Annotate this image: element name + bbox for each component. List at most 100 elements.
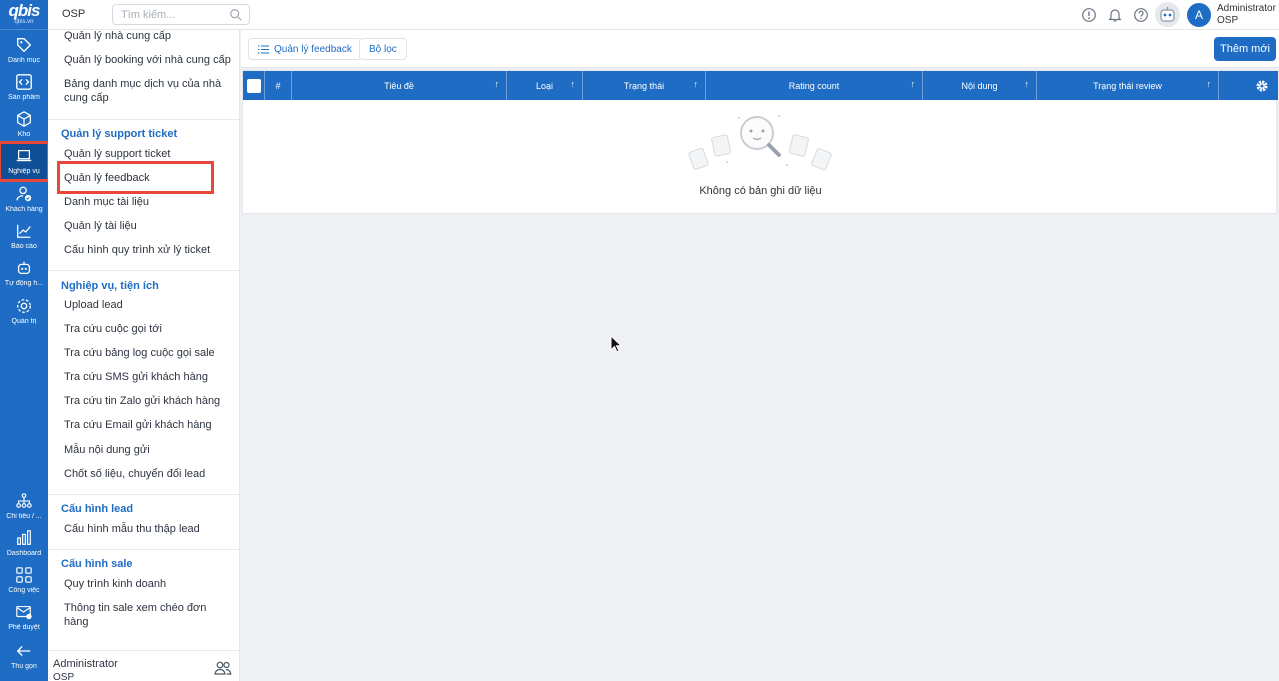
sort-arrow-icon[interactable]: ↑ xyxy=(1025,79,1030,89)
view-label: Quản lý feedback xyxy=(274,43,352,55)
column-label: Tiêu đề xyxy=(384,80,414,91)
rail-label: Dashboard xyxy=(6,550,42,557)
menu-item[interactable]: Quy trình kinh doanh xyxy=(64,577,232,591)
table-header: # Tiêu đề ↑ Loại ↑ Trạng thái ↑ Rating c… xyxy=(243,71,1278,100)
rail-item-phe-duyet[interactable]: Phê duyệt xyxy=(0,599,48,636)
sort-arrow-icon[interactable]: ↑ xyxy=(495,79,500,89)
menu-item[interactable]: Thông tin sale xem chéo đơn hàng xyxy=(64,601,232,629)
menu-item[interactable]: Chốt số liệu, chuyển đổi lead xyxy=(64,467,232,481)
menu-item[interactable]: Tra cứu Email gửi khách hàng xyxy=(64,418,232,432)
divider xyxy=(48,549,239,550)
menu-item[interactable]: Danh mục tài liệu xyxy=(64,195,232,209)
logo-text: qbis xyxy=(8,1,41,20)
box-icon xyxy=(17,111,31,127)
column-label: Nội dung xyxy=(961,80,998,91)
feedback-table: # Tiêu đề ↑ Loại ↑ Trạng thái ↑ Rating c… xyxy=(242,70,1278,214)
sort-arrow-icon[interactable]: ↑ xyxy=(571,79,576,89)
view-feedback-button[interactable]: Quản lý feedback xyxy=(248,38,362,60)
rail-label: Sản phẩm xyxy=(8,94,40,101)
column-header-review-status[interactable]: Trạng thái review ↑ xyxy=(1037,71,1219,100)
bell-icon[interactable] xyxy=(1107,7,1123,23)
robot-icon xyxy=(1160,7,1175,22)
help-icon[interactable] xyxy=(1133,7,1149,23)
rail-item-khach-hang[interactable]: Khách hàng xyxy=(0,181,48,218)
arrow-left-icon xyxy=(16,646,31,656)
column-label: Trạng thái xyxy=(623,80,665,91)
submenu-panel: Quản lý nhà cung cấp Quản lý booking với… xyxy=(48,30,240,681)
column-header-status[interactable]: Trạng thái ↑ xyxy=(583,71,706,100)
rail-item-quan-tri[interactable]: Quản trị xyxy=(0,293,48,330)
list-icon xyxy=(258,44,269,54)
menu-item[interactable]: Mẫu nội dung gửi xyxy=(64,443,232,457)
rail-label: Báo cáo xyxy=(11,243,37,250)
column-settings-cell xyxy=(1219,71,1277,100)
rail-item-kho[interactable]: Kho xyxy=(0,106,48,143)
column-header-content[interactable]: Nội dung ↑ xyxy=(923,71,1037,100)
menu-item[interactable]: Cấu hình quy trình xử lý ticket xyxy=(64,243,232,257)
column-label: Rating count xyxy=(788,80,840,91)
footer-user-org: OSP xyxy=(53,672,75,681)
rail-item-bao-cao[interactable]: Báo cáo xyxy=(0,218,48,255)
menu-item[interactable]: Cấu hình mẫu thu thập lead xyxy=(64,522,232,536)
gear-icon[interactable] xyxy=(1255,79,1269,93)
menu-item[interactable]: Quản lý support ticket xyxy=(64,147,232,161)
rail-item-thu-gon[interactable]: Thu gọn xyxy=(0,638,48,675)
info-icon[interactable] xyxy=(1081,7,1097,23)
avatar[interactable]: A xyxy=(1187,3,1211,27)
column-label: Trạng thái review xyxy=(1093,80,1162,91)
user-check-icon xyxy=(16,186,32,202)
menu-item[interactable]: Quản lý booking với nhà cung cấp xyxy=(64,53,232,67)
menu-item[interactable]: Upload lead xyxy=(64,298,232,312)
logo-subtext: qbis.vn xyxy=(14,19,34,25)
column-label: Loại xyxy=(535,80,553,91)
user-info[interactable]: Administrator OSP xyxy=(1217,3,1276,27)
hierarchy-icon xyxy=(16,493,32,508)
column-header-rating-count[interactable]: Rating count ↑ xyxy=(706,71,923,100)
rail-item-san-pham[interactable]: Sản phẩm xyxy=(0,69,48,106)
top-bar: OSP A Administrator OSP xyxy=(48,0,1279,30)
sort-arrow-icon[interactable]: ↑ xyxy=(1207,79,1212,89)
rail-label: Công việc xyxy=(8,587,40,594)
icon-rail: qbis qbis.vn Danh mục Sản phẩm Kho Nghiệ… xyxy=(0,0,50,681)
menu-item[interactable]: Quản lý tài liệu xyxy=(64,219,232,233)
rail-item-tu-dong-hoa[interactable]: Tự động h... xyxy=(0,255,48,292)
divider xyxy=(48,494,239,495)
chart-line-icon xyxy=(17,224,31,238)
select-all-checkbox[interactable] xyxy=(246,78,261,93)
menu-item[interactable]: Tra cứu bảng log cuộc gọi sale xyxy=(64,346,232,360)
column-header-type[interactable]: Loại ↑ xyxy=(507,71,583,100)
rail-label: Khách hàng xyxy=(5,206,43,213)
menu-item[interactable]: Tra cứu tin Zalo gửi khách hàng xyxy=(64,394,232,408)
rail-item-cong-viec[interactable]: Công việc xyxy=(0,562,48,599)
menu-item[interactable]: Tra cứu cuộc gọi tới xyxy=(64,322,232,336)
bar-chart-icon xyxy=(17,530,31,545)
code-box-icon xyxy=(16,74,32,90)
filter-label: Bộ lọc xyxy=(369,43,397,55)
divider xyxy=(48,270,239,271)
add-new-button[interactable]: Thêm mới xyxy=(1214,37,1276,61)
menu-item[interactable]: Tra cứu SMS gửi khách hàng xyxy=(64,370,232,384)
mail-check-icon xyxy=(16,606,32,620)
search-input[interactable] xyxy=(121,5,231,25)
assistant-bot-button[interactable] xyxy=(1155,2,1180,27)
section-title: Cấu hình lead xyxy=(61,503,134,515)
column-label: # xyxy=(275,80,281,91)
rail-item-nghiep-vu[interactable]: Nghiệp vụ xyxy=(0,141,50,182)
rail-item-danh-muc[interactable]: Danh mục xyxy=(0,32,48,69)
menu-item[interactable]: Bảng danh mục dịch vụ của nhà cung cấp xyxy=(64,77,232,105)
rail-label: Chỉ tiêu / ... xyxy=(6,513,42,520)
rail-label: Tự động h... xyxy=(4,280,44,287)
rail-item-chi-tieu[interactable]: Chỉ tiêu / ... xyxy=(0,488,48,525)
app-logo[interactable]: qbis qbis.vn xyxy=(0,0,48,30)
sort-arrow-icon[interactable]: ↑ xyxy=(911,79,916,89)
column-header-title[interactable]: Tiêu đề ↑ xyxy=(292,71,507,100)
rail-item-dashboard[interactable]: Dashboard xyxy=(0,525,48,562)
sort-arrow-icon[interactable]: ↑ xyxy=(694,79,699,89)
robot-icon xyxy=(17,261,31,275)
org-name: OSP xyxy=(62,8,86,20)
search-icon[interactable] xyxy=(229,8,243,22)
filter-button[interactable]: Bộ lọc xyxy=(359,38,407,60)
menu-item[interactable]: Quản lý nhà cung cấp xyxy=(64,30,232,43)
search-box[interactable] xyxy=(112,4,250,25)
users-icon[interactable] xyxy=(214,660,232,676)
